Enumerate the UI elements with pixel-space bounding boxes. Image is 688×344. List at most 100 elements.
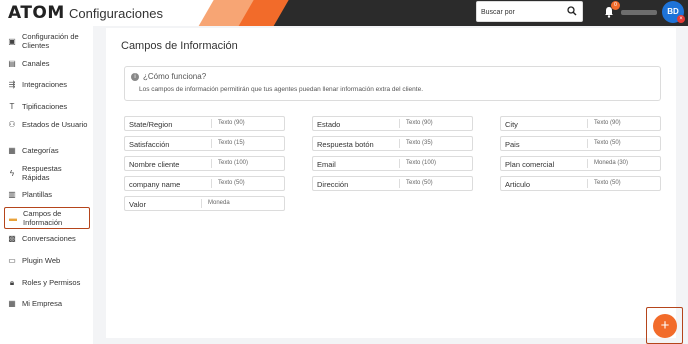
field-item[interactable]: Articulo Texto (50) xyxy=(500,176,661,191)
sidebar-item-label: Plugin Web xyxy=(22,256,61,265)
app-logo[interactable]: ATOM xyxy=(8,3,65,23)
info-box: i ¿Cómo funciona? Los campos de informac… xyxy=(124,66,661,101)
info-card-icon: ▬ xyxy=(9,213,17,223)
page-title: Configuraciones xyxy=(69,6,163,21)
divider xyxy=(399,119,400,128)
close-icon[interactable]: × xyxy=(677,15,685,23)
field-item[interactable]: Satisfacción Texto (15) xyxy=(124,136,285,151)
bolt-icon: ϟ xyxy=(9,168,15,178)
main-area: Campos de Información i ¿Cómo funciona? … xyxy=(93,26,688,344)
sidebar-item-conversaciones[interactable]: ▩ Conversaciones xyxy=(4,234,90,243)
sidebar-item-label: Mi Empresa xyxy=(22,299,63,308)
field-item[interactable]: Estado Texto (90) xyxy=(312,116,473,131)
sidebar-item-plugin-web[interactable]: ▭ Plugin Web xyxy=(4,256,90,265)
info-body: Los campos de información permitirán que… xyxy=(139,86,423,93)
sidebar-item-integraciones[interactable]: ⇶ Integraciones xyxy=(4,80,90,89)
field-name: Dirección xyxy=(317,180,349,189)
text-t-icon: T xyxy=(9,102,15,111)
field-name: Respuesta botón xyxy=(317,140,374,149)
sidebar: ▣ Configuración de Clientes ▤ Canales ⇶ Int… xyxy=(0,26,93,344)
sidebar-item-label: Canales xyxy=(22,59,50,68)
sidebar-item-categorias[interactable]: ▦ Categorías xyxy=(4,146,90,155)
sidebar-item-tipificaciones[interactable]: T Tipificaciones xyxy=(4,102,90,111)
divider xyxy=(211,139,212,148)
search-icon[interactable] xyxy=(567,6,577,16)
field-type: Texto (90) xyxy=(406,120,433,126)
field-name: Valor xyxy=(129,200,146,209)
field-item[interactable]: Dirección Texto (50) xyxy=(312,176,473,191)
integrations-icon: ⇶ xyxy=(8,80,16,89)
info-header: i ¿Cómo funciona? xyxy=(131,72,206,81)
field-type: Texto (35) xyxy=(406,140,433,146)
divider xyxy=(201,199,202,208)
sidebar-item-label: Tipificaciones xyxy=(22,102,68,111)
plus-icon[interactable]: + xyxy=(653,314,677,338)
sidebar-item-plantillas[interactable]: ▥ Plantillas xyxy=(4,190,90,199)
field-type: Texto (90) xyxy=(594,120,621,126)
sidebar-item-label: Integraciones xyxy=(22,80,68,89)
search-input[interactable] xyxy=(481,5,565,19)
id-card-icon: ▣ xyxy=(8,36,16,46)
conversation-icon: ▩ xyxy=(8,234,16,243)
search-box[interactable] xyxy=(476,1,583,22)
field-type: Texto (50) xyxy=(406,180,433,186)
field-item[interactable]: City Texto (90) xyxy=(500,116,661,131)
divider xyxy=(587,119,588,128)
sidebar-item-respuestas-rapidas[interactable]: ϟ Respuestas Rápidas xyxy=(4,164,90,182)
field-name: City xyxy=(505,120,518,129)
divider xyxy=(399,139,400,148)
field-type: Texto (50) xyxy=(594,140,621,146)
field-type: Texto (50) xyxy=(594,180,621,186)
sidebar-item-label: Campos de Información xyxy=(23,209,63,227)
field-type: Texto (100) xyxy=(406,160,437,166)
user-status-icon: ⚇ xyxy=(8,120,16,129)
divider xyxy=(587,179,588,188)
field-item[interactable]: Plan comercial Moneda (30) xyxy=(500,156,661,171)
info-icon: i xyxy=(131,72,139,81)
plugin-icon: ▭ xyxy=(8,256,16,265)
company-icon: ▦ xyxy=(8,299,16,308)
field-item[interactable]: State/Region Texto (90) xyxy=(124,116,285,131)
notification-badge: 0 xyxy=(611,1,620,10)
field-type: Texto (90) xyxy=(218,120,245,126)
field-name: Satisfacción xyxy=(129,140,170,149)
field-item[interactable]: Email Texto (100) xyxy=(312,156,473,171)
field-type: Texto (50) xyxy=(218,180,245,186)
field-name: Nombre cliente xyxy=(129,160,180,169)
sidebar-item-mi-empresa[interactable]: ▦ Mi Empresa xyxy=(4,299,90,308)
field-type: Texto (100) xyxy=(218,160,249,166)
info-heading: ¿Cómo funciona? xyxy=(143,72,207,81)
field-name: State/Region xyxy=(129,120,173,129)
add-field-button[interactable]: + xyxy=(646,307,683,344)
sidebar-item-campos-informacion[interactable]: ▬ Campos de Información xyxy=(4,207,90,229)
section-title: Campos de Información xyxy=(121,40,238,52)
field-name: Plan comercial xyxy=(505,160,555,169)
divider xyxy=(399,179,400,188)
field-name: Email xyxy=(317,160,336,169)
sidebar-item-label: Estados de Usuario xyxy=(22,120,88,129)
sidebar-item-canales[interactable]: ▤ Canales xyxy=(4,59,90,68)
divider xyxy=(211,179,212,188)
sidebar-item-label: Categorías xyxy=(22,146,59,155)
sidebar-item-estados-usuario[interactable]: ⚇ Estados de Usuario xyxy=(4,120,90,129)
field-item[interactable]: Valor Moneda xyxy=(124,196,285,211)
sidebar-item-roles-permisos[interactable]: 🔒︎ Roles y Permisos xyxy=(4,278,90,287)
field-item[interactable]: Respuesta botón Texto (35) xyxy=(312,136,473,151)
divider xyxy=(587,159,588,168)
sidebar-item-label: Conversaciones xyxy=(22,234,76,243)
template-icon: ▥ xyxy=(8,190,16,199)
field-item[interactable]: Nombre cliente Texto (100) xyxy=(124,156,285,171)
sidebar-item-label: Plantillas xyxy=(22,190,53,199)
field-item[interactable]: company name Texto (50) xyxy=(124,176,285,191)
folder-icon: ▦ xyxy=(8,146,16,155)
field-type: Moneda (30) xyxy=(594,160,629,166)
sidebar-item-configuracion-clientes[interactable]: ▣ Configuración de Clientes xyxy=(4,32,90,50)
field-item[interactable]: Pais Texto (50) xyxy=(500,136,661,151)
field-name: Pais xyxy=(505,140,520,149)
sidebar-item-label: Configuración de Clientes xyxy=(22,32,79,50)
divider xyxy=(399,159,400,168)
field-type: Texto (15) xyxy=(218,140,245,146)
divider xyxy=(587,139,588,148)
field-name: Articulo xyxy=(505,180,531,189)
chat-icon: ▤ xyxy=(8,59,16,68)
